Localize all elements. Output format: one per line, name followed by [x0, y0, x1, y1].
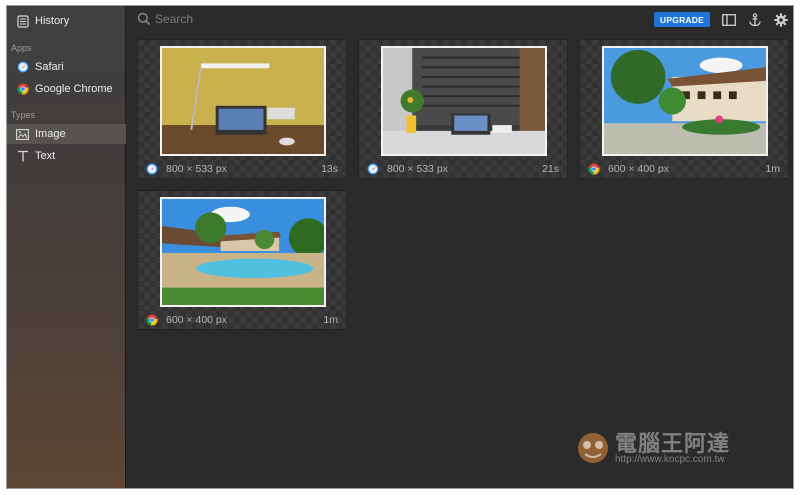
sidebar-item-safari[interactable]: Safari: [7, 57, 126, 77]
image-dimensions: 800 × 533 px: [387, 163, 449, 175]
section-apps: Apps: [11, 43, 32, 53]
section-types: Types: [11, 110, 36, 120]
item-age: 1m: [323, 314, 338, 326]
image-icon: [16, 128, 29, 141]
clipboard-item[interactable]: 600 × 400 px 1m: [579, 39, 789, 179]
sidebar-item-history[interactable]: History: [7, 11, 126, 31]
sidebar-item-label: Safari: [35, 61, 64, 73]
search-icon: [137, 12, 151, 26]
desk-lamp-warm-thumbnail: [160, 46, 326, 156]
app-window: History Apps Safari Google Chrome Types …: [6, 5, 794, 489]
history-icon: [16, 14, 29, 28]
watermark-url: http://www.kocpc.com.tw: [615, 454, 725, 465]
card-footer: 800 × 533 px 21s: [359, 160, 567, 178]
sidebar-item-label: Image: [35, 128, 66, 140]
clipboard-item[interactable]: 800 × 533 px 13s: [137, 39, 347, 179]
image-dimensions: 600 × 400 px: [166, 314, 228, 326]
text-icon: [16, 150, 29, 163]
sidebar-item-label: Text: [35, 150, 56, 162]
sidebar-item-label: History: [35, 15, 70, 27]
item-age: 13s: [321, 163, 338, 175]
item-age: 1m: [765, 163, 780, 175]
anchor-icon[interactable]: [747, 12, 762, 27]
card-footer: 600 × 400 px 1m: [580, 160, 788, 178]
chrome-icon: [146, 314, 158, 326]
chrome-icon: [16, 83, 29, 96]
card-footer: 800 × 533 px 13s: [138, 160, 346, 178]
watermark: 電腦王阿達 http://www.kocpc.com.tw: [575, 426, 775, 472]
resort-garden-thumbnail: [602, 46, 768, 156]
sidebar-item-text[interactable]: Text: [7, 146, 126, 166]
gear-icon[interactable]: [773, 12, 788, 27]
image-dimensions: 600 × 400 px: [608, 163, 670, 175]
clipboard-item[interactable]: 800 × 533 px 21s: [358, 39, 568, 179]
safari-icon: [146, 163, 158, 175]
upgrade-button[interactable]: UPGRADE: [654, 12, 710, 27]
search-input[interactable]: [155, 10, 455, 28]
sidebar-item-chrome[interactable]: Google Chrome: [7, 79, 126, 99]
desk-lamp-cool-thumbnail: [381, 46, 547, 156]
item-age: 21s: [542, 163, 559, 175]
sidebar: History Apps Safari Google Chrome Types …: [7, 6, 126, 488]
sidebar-item-label: Google Chrome: [35, 83, 113, 95]
card-footer: 600 × 400 px 1m: [138, 311, 346, 329]
chrome-icon: [588, 163, 600, 175]
mascot-icon: [575, 430, 611, 466]
resort-pool-thumbnail: [160, 197, 326, 307]
sidebar-item-image[interactable]: Image: [7, 124, 126, 144]
sidebar-toggle-icon[interactable]: [721, 12, 736, 27]
clipboard-item[interactable]: 600 × 400 px 1m: [137, 190, 347, 330]
safari-icon: [16, 61, 29, 74]
safari-icon: [367, 163, 379, 175]
image-dimensions: 800 × 533 px: [166, 163, 228, 175]
